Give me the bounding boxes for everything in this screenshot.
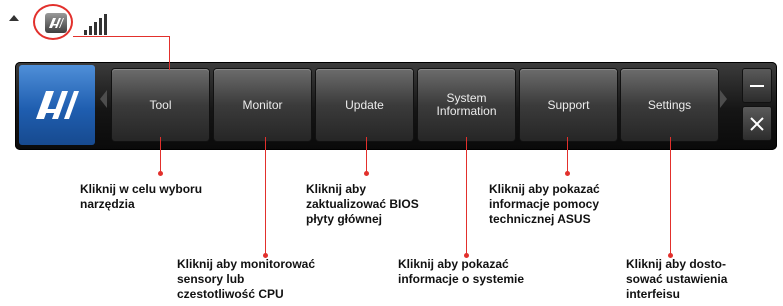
callout-system-info: Kliknij aby pokazać informacje o systemi… <box>398 257 525 286</box>
callout-line-system-info <box>466 137 467 255</box>
network-signal-icon <box>84 13 114 35</box>
tab-tool[interactable]: Tool <box>112 69 209 141</box>
ai-suite-logo-button[interactable] <box>19 65 95 145</box>
system-tray <box>0 0 120 44</box>
callout-line-update <box>366 137 367 173</box>
callout-line <box>73 36 170 37</box>
callout-line <box>169 36 170 70</box>
tab-update-label: Update <box>345 97 384 112</box>
callout-line-settings <box>670 137 671 255</box>
scroll-left-icon[interactable] <box>100 90 107 108</box>
ai-suite-toolbar: Tool Monitor Update System Information S… <box>15 62 777 150</box>
tab-system-information[interactable]: System Information <box>418 69 515 141</box>
tab-settings[interactable]: Settings <box>621 69 718 141</box>
callout-settings: Kliknij aby dosto- sować ustawienia inte… <box>626 257 728 301</box>
tab-support[interactable]: Support <box>520 69 617 141</box>
callout-line-tool <box>160 137 161 173</box>
callout-tool: Kliknij w celu wyboru narzędzia <box>80 182 203 211</box>
tray-expand-arrow-icon[interactable] <box>9 15 19 21</box>
close-icon <box>750 116 764 131</box>
minimize-button[interactable] <box>743 69 771 102</box>
tab-update[interactable]: Update <box>316 69 413 141</box>
callout-dot-update <box>364 171 369 176</box>
callout-dot-support <box>565 171 570 176</box>
tab-system-information-label: System Information <box>436 91 497 118</box>
tab-monitor[interactable]: Monitor <box>214 69 311 141</box>
minimize-icon <box>750 84 764 87</box>
tab-settings-label: Settings <box>647 97 692 112</box>
ai-suite-logo-icon <box>36 91 79 119</box>
callout-monitor: Kliknij aby monitorować sensory lub czes… <box>177 257 316 301</box>
tab-tool-label: Tool <box>149 97 172 112</box>
callout-support: Kliknij aby pokazać informacje pomocy te… <box>489 182 600 226</box>
tray-icon-highlight <box>33 4 73 40</box>
tab-support-label: Support <box>547 97 590 112</box>
callout-line-monitor <box>265 137 266 255</box>
scroll-right-icon[interactable] <box>720 90 727 108</box>
close-button[interactable] <box>743 107 771 140</box>
callout-dot-tool <box>158 171 163 176</box>
tab-monitor-label: Monitor <box>242 97 283 112</box>
callout-line-support <box>567 137 568 173</box>
callout-update: Kliknij aby zaktualizować BIOS płyty głó… <box>306 182 419 226</box>
